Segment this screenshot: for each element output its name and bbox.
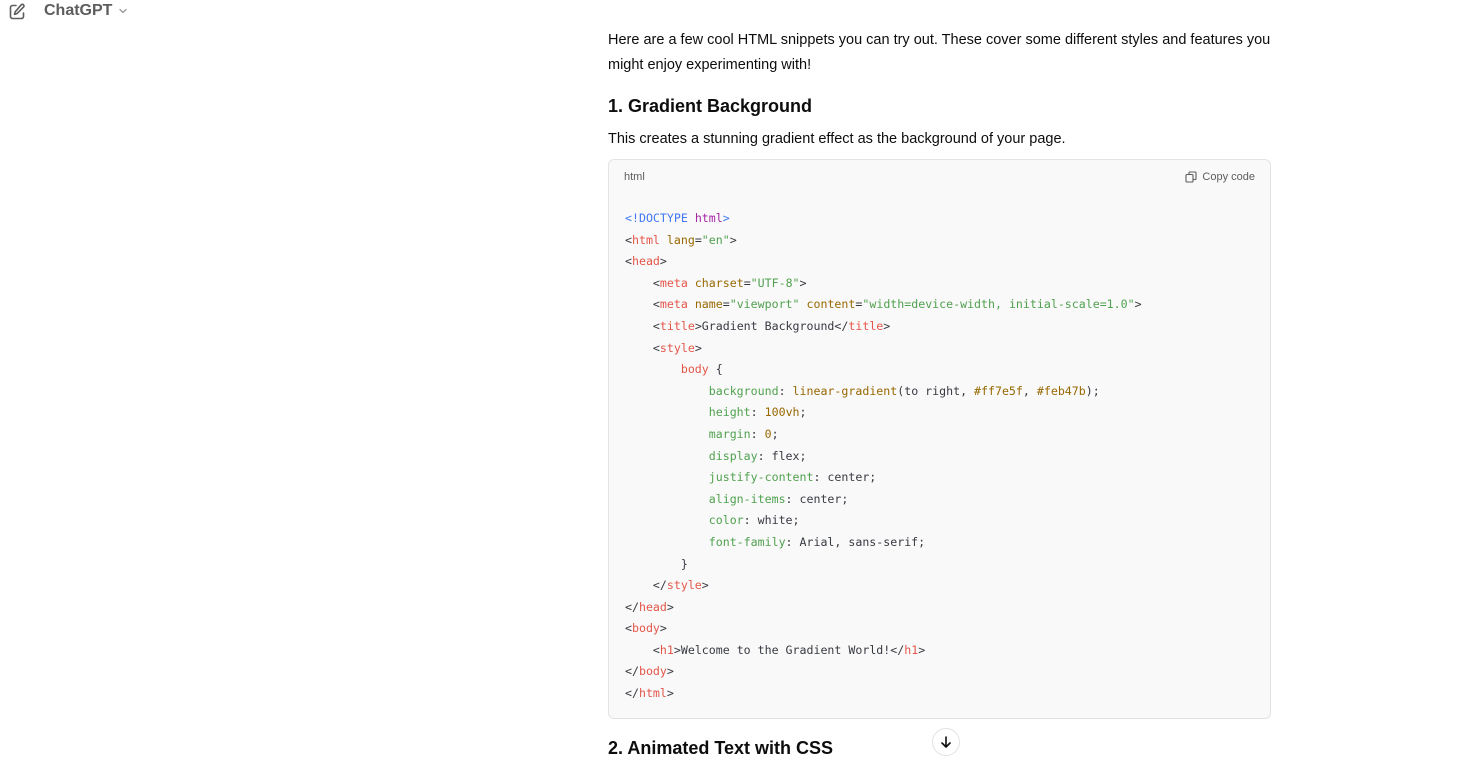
code-line: body {: [680, 362, 723, 377]
arrow-down-icon: [941, 736, 951, 748]
model-name: ChatGPT: [44, 2, 113, 19]
code-line: font-family: Arial, sans-serif;: [708, 534, 926, 549]
new-chat-button[interactable]: [6, 2, 28, 22]
model-selector[interactable]: ChatGPT: [44, 2, 128, 20]
copy-icon: [1185, 171, 1197, 183]
section-1-heading: 1. Gradient Background: [608, 96, 813, 116]
code-line: <html lang="en">: [625, 232, 737, 247]
code-line: <!DOCTYPE html>: [625, 211, 730, 225]
code-line: </head>: [625, 599, 674, 614]
copy-code-label: Copy code: [1202, 170, 1255, 183]
copy-code-button[interactable]: Copy code: [1185, 165, 1255, 190]
code-line: <head>: [625, 254, 667, 269]
code-line: </style>: [625, 578, 709, 593]
code-line: </body>: [625, 664, 674, 679]
code-line: }: [625, 556, 688, 571]
section-2-heading: 2. Animated Text with CSS: [608, 738, 834, 758]
code-language-label: html: [624, 170, 645, 183]
code-line: <style>: [625, 340, 702, 355]
code-line: background: linear-gradient(to right, #f…: [708, 383, 1100, 398]
code-line: justify-content: center;: [708, 470, 877, 485]
section-1-description: This creates a stunning gradient effect …: [608, 131, 1066, 147]
code-line: <h1>Welcome to the Gradient World!</h1>: [625, 642, 926, 657]
code-line: height: 100vh;: [708, 405, 807, 420]
code-line: color: white;: [708, 513, 800, 528]
code-block: html Copy code <!DOCTYPE html> <html lang…: [608, 159, 1271, 719]
code-line: <meta name="viewport" content="width=dev…: [625, 297, 1142, 312]
code-block-header: html Copy code: [609, 160, 1270, 194]
chevron-down-icon: [118, 6, 128, 16]
code-line: </html>: [625, 686, 674, 701]
code-content: <!DOCTYPE html> <html lang="en"> <head> <m…: [609, 194, 1270, 705]
edit-pencil-icon: [9, 3, 25, 20]
code-line: <title>Gradient Background</title>: [625, 318, 891, 333]
code-line: <meta charset="UTF-8">: [625, 275, 807, 290]
code-line: <body>: [625, 621, 667, 636]
scroll-down-button[interactable]: [932, 728, 960, 756]
top-bar: ChatGPT: [0, 0, 400, 26]
code-line: margin: 0;: [708, 426, 779, 441]
intro-text: Here are a few cool HTML snippets you ca…: [608, 32, 1271, 73]
code-line: display: flex;: [708, 448, 807, 463]
assistant-message: Here are a few cool HTML snippets you ca…: [608, 28, 1271, 758]
code-line: align-items: center;: [708, 491, 849, 506]
